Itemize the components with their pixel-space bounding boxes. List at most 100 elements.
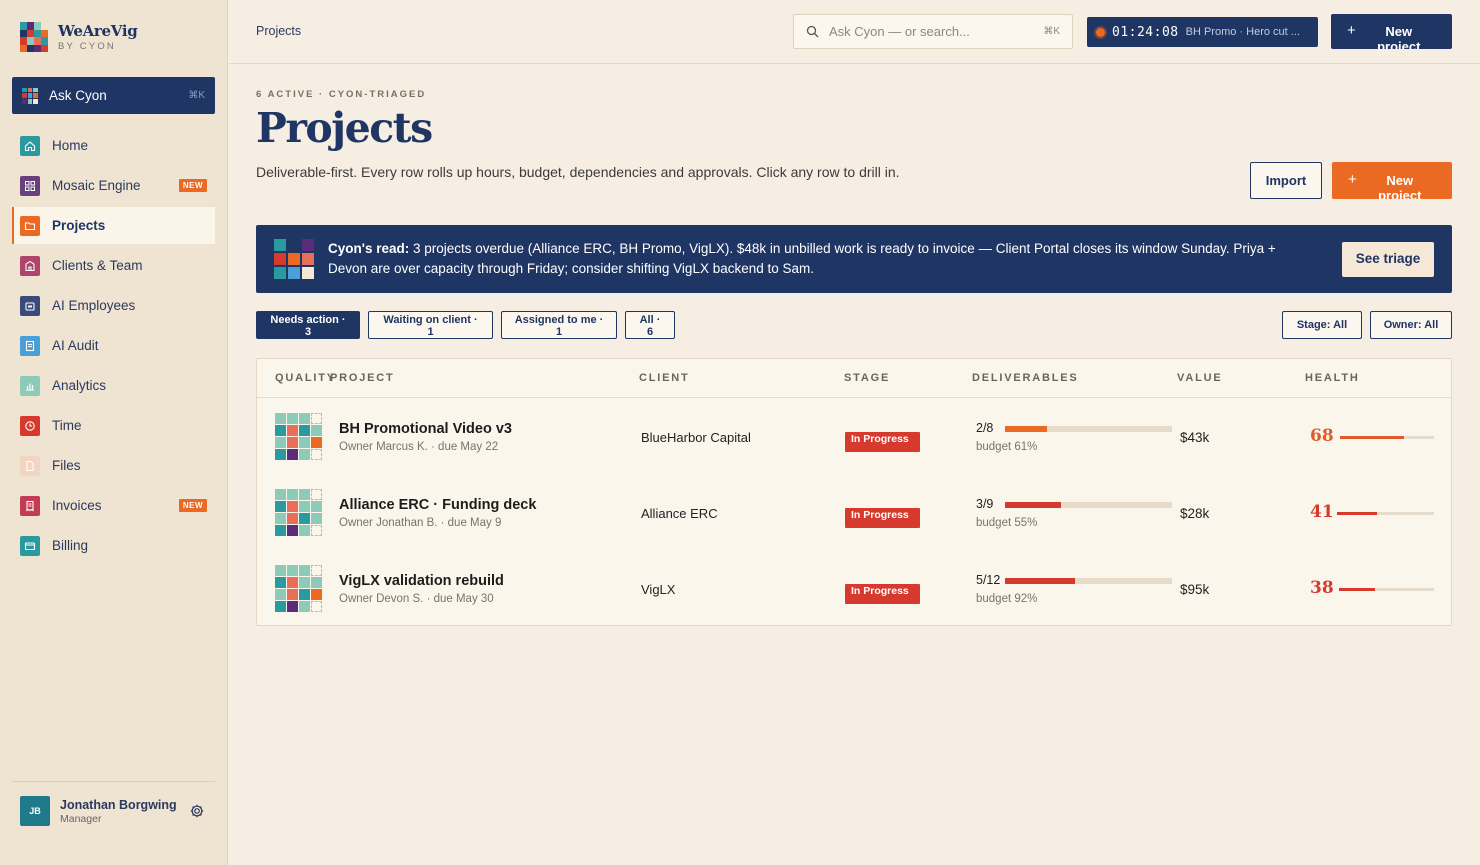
sidebar-item-ai-audit[interactable]: AI Audit bbox=[12, 327, 215, 364]
breadcrumb[interactable]: Projects bbox=[256, 24, 301, 38]
filter-count: 1 bbox=[555, 326, 563, 338]
page-title: Projects bbox=[256, 104, 433, 152]
stage-badge: In Progress bbox=[845, 508, 920, 528]
filter-assigned-to-me[interactable]: Assigned to me · 1 bbox=[501, 311, 617, 339]
quality-cell bbox=[311, 425, 322, 436]
search-box[interactable]: ⌘K bbox=[793, 14, 1073, 49]
quality-cell bbox=[275, 501, 286, 512]
sidebar-item-ai-employees[interactable]: AI Employees bbox=[12, 287, 215, 324]
client-name: VigLX bbox=[641, 582, 676, 597]
search-input[interactable] bbox=[829, 24, 1044, 39]
column-header-health[interactable]: HEALTH bbox=[1305, 372, 1360, 384]
quality-cell bbox=[287, 449, 298, 460]
document-icon bbox=[20, 335, 40, 356]
quality-cell bbox=[311, 449, 322, 460]
health-score: 38 bbox=[1310, 578, 1334, 598]
quality-cell bbox=[275, 437, 286, 448]
card-icon bbox=[20, 535, 40, 556]
sidebar-item-projects[interactable]: Projects bbox=[12, 207, 215, 244]
project-meta: Owner Marcus K. · due May 22 bbox=[339, 441, 499, 453]
logo-mosaic-icon bbox=[20, 22, 48, 52]
table-row[interactable]: BH Promotional Video v3 Owner Marcus K. … bbox=[257, 399, 1451, 475]
health-score: 68 bbox=[1310, 426, 1334, 446]
quality-cell bbox=[275, 525, 286, 536]
quality-cell bbox=[287, 413, 298, 424]
owner-filter-select[interactable]: Owner: All bbox=[1370, 311, 1452, 339]
sidebar-item-label: Projects bbox=[52, 218, 106, 233]
quality-cell bbox=[311, 601, 322, 612]
deliverables-progress bbox=[1005, 502, 1172, 508]
brand-sub: BY CYON bbox=[58, 41, 116, 52]
column-header-quality[interactable]: QUALITY bbox=[275, 372, 336, 384]
health-bar bbox=[1337, 512, 1434, 515]
project-meta: Owner Jonathan B. · due May 9 bbox=[339, 517, 502, 529]
sidebar-item-home[interactable]: Home bbox=[12, 127, 215, 164]
deliverables-progress-fill bbox=[1005, 502, 1061, 508]
chart-icon bbox=[20, 375, 40, 396]
gear-icon[interactable] bbox=[189, 803, 205, 819]
quality-cell bbox=[299, 449, 310, 460]
quality-cell bbox=[299, 589, 310, 600]
filter-waiting-on-client[interactable]: Waiting on client · 1 bbox=[368, 311, 493, 339]
quality-cell bbox=[287, 577, 298, 588]
quality-cell bbox=[311, 413, 322, 424]
running-timer[interactable]: 01:24:08 BH Promo · Hero cut ... bbox=[1087, 17, 1318, 47]
sidebar-item-analytics[interactable]: Analytics bbox=[12, 367, 215, 404]
sidebar-item-files[interactable]: Files bbox=[12, 447, 215, 484]
new-project-button[interactable]: + New project bbox=[1332, 162, 1452, 199]
sidebar-item-mosaic-engine[interactable]: Mosaic Engine NEW bbox=[12, 167, 215, 204]
quality-cell bbox=[311, 489, 322, 500]
plus-icon: + bbox=[1347, 22, 1356, 39]
new-project-button-top[interactable]: + New project bbox=[1331, 14, 1452, 49]
cyon-mosaic-icon bbox=[22, 87, 38, 104]
sidebar-item-clients-team[interactable]: Clients & Team bbox=[12, 247, 215, 284]
project-value: $95k bbox=[1180, 582, 1210, 597]
filter-all[interactable]: All · 6 bbox=[625, 311, 675, 339]
sidebar-item-label: AI Audit bbox=[52, 338, 99, 353]
quality-cell bbox=[275, 589, 286, 600]
health-bar-fill bbox=[1337, 512, 1377, 515]
banner-body: 3 projects overdue (Alliance ERC, BH Pro… bbox=[328, 241, 1276, 276]
avatar[interactable]: JB bbox=[20, 796, 50, 826]
clock-icon bbox=[20, 415, 40, 436]
brand-logo[interactable]: WeAreVig BY CYON bbox=[20, 22, 138, 52]
new-project-label: New project bbox=[1378, 173, 1422, 199]
table-row[interactable]: Alliance ERC · Funding deck Owner Jonath… bbox=[257, 475, 1451, 551]
column-header-stage[interactable]: STAGE bbox=[844, 372, 890, 384]
quality-cell bbox=[275, 577, 286, 588]
stage-filter-select[interactable]: Stage: All bbox=[1282, 311, 1362, 339]
quality-cell bbox=[311, 513, 322, 524]
see-triage-button[interactable]: See triage bbox=[1342, 242, 1434, 277]
new-badge: NEW bbox=[178, 179, 207, 192]
new-badge: NEW bbox=[178, 499, 207, 512]
cyon-mosaic-icon bbox=[274, 239, 314, 279]
column-header-client[interactable]: CLIENT bbox=[639, 372, 690, 384]
table-row[interactable]: VigLX validation rebuild Owner Devon S. … bbox=[257, 551, 1451, 627]
filter-needs-action[interactable]: Needs action · 3 bbox=[256, 311, 360, 339]
sidebar-item-time[interactable]: Time bbox=[12, 407, 215, 444]
file-icon bbox=[20, 455, 40, 476]
page-eyebrow: 6 ACTIVE · CYON-TRIAGED bbox=[256, 89, 427, 100]
ask-cyon-button[interactable]: Ask Cyon ⌘K bbox=[12, 77, 215, 114]
import-button[interactable]: Import bbox=[1250, 162, 1322, 199]
banner-lead: Cyon's read: bbox=[328, 241, 410, 256]
column-header-value[interactable]: VALUE bbox=[1177, 372, 1222, 384]
filter-count: 1 bbox=[427, 326, 434, 338]
user-profile: JB Jonathan Borgwing Manager bbox=[12, 781, 215, 826]
sidebar: WeAreVig BY CYON Ask Cyon ⌘K Home Mosaic… bbox=[0, 0, 228, 865]
sidebar-item-label: Time bbox=[52, 418, 82, 433]
plus-icon: + bbox=[1348, 171, 1357, 188]
column-header-deliverables[interactable]: DELIVERABLES bbox=[972, 372, 1079, 384]
sidebar-nav: Home Mosaic Engine NEW Projects Clients … bbox=[12, 127, 215, 567]
sidebar-item-billing[interactable]: Billing bbox=[12, 527, 215, 564]
deliverables-progress bbox=[1005, 578, 1172, 584]
deliverables-progress-fill bbox=[1005, 426, 1047, 432]
folder-icon bbox=[20, 215, 40, 236]
stage-badge: In Progress bbox=[845, 432, 920, 452]
sidebar-item-invoices[interactable]: Invoices NEW bbox=[12, 487, 215, 524]
table-header: QUALITY PROJECT CLIENT STAGE DELIVERABLE… bbox=[257, 359, 1451, 398]
column-header-project[interactable]: PROJECT bbox=[330, 372, 395, 384]
quality-mosaic bbox=[275, 489, 323, 537]
building-icon bbox=[20, 255, 40, 276]
new-project-label: New project bbox=[1377, 24, 1421, 49]
